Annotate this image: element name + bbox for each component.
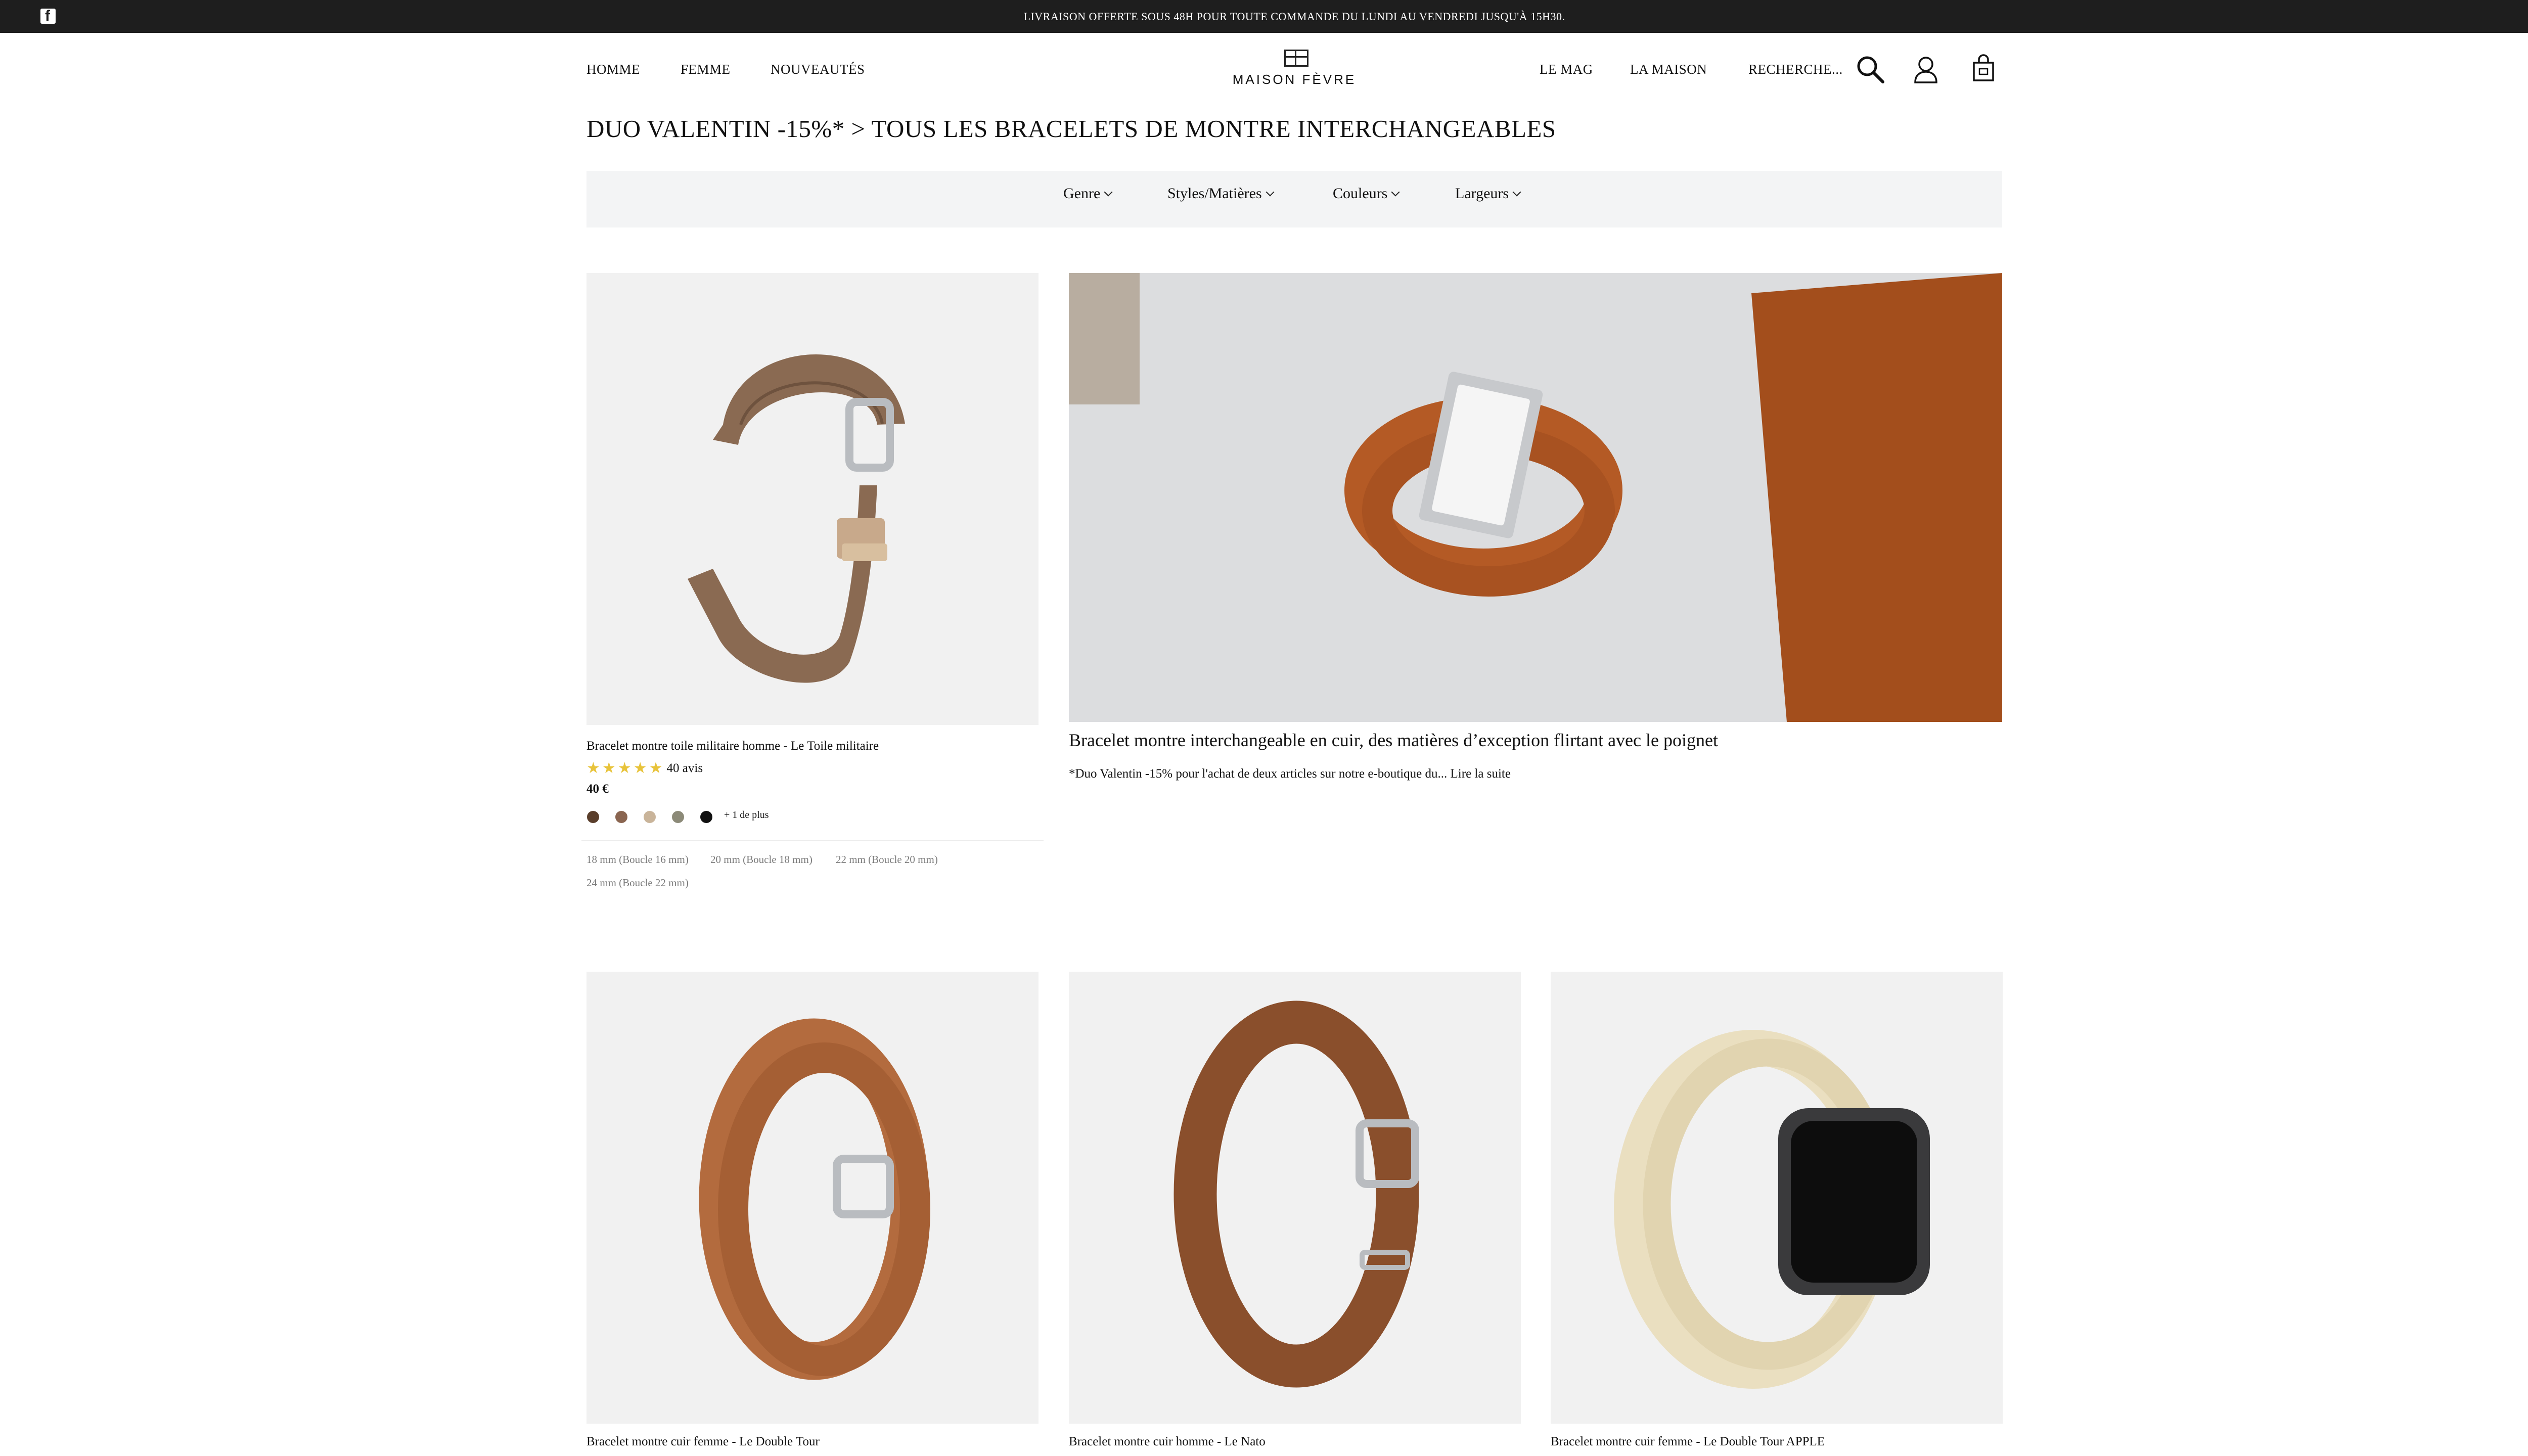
size-option[interactable]: 22 mm (Boucle 20 mm) xyxy=(836,853,938,866)
filter-bar xyxy=(586,171,2002,228)
product-image-double-tour-apple[interactable] xyxy=(1551,972,2003,1424)
search-input[interactable]: RECHERCHE... xyxy=(1748,62,1843,77)
star-icon: ★ xyxy=(617,759,631,777)
search-icon[interactable] xyxy=(1856,55,1885,84)
chevron-down-icon xyxy=(1266,188,1275,197)
watch-strap-image xyxy=(1173,1000,1419,1388)
product-name[interactable]: Bracelet montre cuir femme - Le Double T… xyxy=(586,1435,820,1449)
page-title: DUO VALENTIN -15%* > TOUS LES BRACELETS … xyxy=(586,115,1556,143)
chevron-down-icon xyxy=(1104,188,1113,197)
size-option[interactable]: 18 mm (Boucle 16 mm) xyxy=(586,853,689,866)
divider xyxy=(581,840,1044,841)
filter-genre[interactable]: Genre xyxy=(1063,185,1113,202)
banner-title: Bracelet montre interchangeable en cuir,… xyxy=(1069,730,1718,750)
star-icon: ★ xyxy=(649,759,663,777)
product-name[interactable]: Bracelet montre toile militaire homme - … xyxy=(586,739,879,753)
color-swatch[interactable] xyxy=(615,811,627,823)
color-swatch[interactable] xyxy=(587,811,599,823)
banner-photo-watch xyxy=(1069,273,2002,722)
product-image-double-tour[interactable] xyxy=(586,972,1039,1424)
color-swatch[interactable] xyxy=(700,811,712,823)
filter-label: Styles/Matières xyxy=(1167,185,1262,202)
read-more-link[interactable]: Lire la suite xyxy=(1451,767,1511,781)
star-icon: ★ xyxy=(633,759,647,777)
product-price: 40 € xyxy=(586,782,609,796)
product-name[interactable]: Bracelet montre cuir femme - Le Double T… xyxy=(1551,1435,1825,1449)
banner-description: *Duo Valentin -15% pour l'achat de deux … xyxy=(1069,767,1511,781)
filter-label: Largeurs xyxy=(1455,185,1509,202)
filter-styles-matieres[interactable]: Styles/Matières xyxy=(1167,185,1275,202)
color-swatch[interactable] xyxy=(672,811,684,823)
nav-le-mag[interactable]: LE MAG xyxy=(1540,62,1593,77)
banner-description-text: *Duo Valentin -15% pour l'achat de deux … xyxy=(1069,767,1448,781)
review-count[interactable]: 40 avis xyxy=(667,761,703,776)
rating-stars: ★ ★ ★ ★ ★ 40 avis xyxy=(586,761,703,776)
nav-la-maison[interactable]: LA MAISON xyxy=(1630,62,1707,77)
size-option[interactable]: 20 mm (Boucle 18 mm) xyxy=(710,853,812,866)
user-icon[interactable] xyxy=(1913,56,1938,84)
nav-femme[interactable]: FEMME xyxy=(681,62,731,77)
watch-strap-image xyxy=(699,1018,930,1380)
filter-largeurs[interactable]: Largeurs xyxy=(1455,185,1521,202)
watch-strap-image xyxy=(688,354,905,683)
product-image-nato[interactable] xyxy=(1069,972,1521,1424)
color-swatch[interactable] xyxy=(644,811,656,823)
chevron-down-icon xyxy=(1512,188,1521,197)
more-colors-link[interactable]: + 1 de plus xyxy=(724,809,769,821)
filter-label: Genre xyxy=(1063,185,1101,202)
shopping-bag-icon[interactable] xyxy=(1972,54,1995,82)
logo-mark-icon[interactable] xyxy=(1284,50,1308,67)
announcement-text: LIVRAISON OFFERTE SOUS 48H POUR TOUTE CO… xyxy=(1023,10,1565,23)
product-name[interactable]: Bracelet montre cuir homme - Le Nato xyxy=(1069,1435,1266,1449)
banner-image[interactable] xyxy=(1069,273,2002,722)
nav-homme[interactable]: HOMME xyxy=(586,62,640,77)
chevron-down-icon xyxy=(1391,188,1400,197)
size-option[interactable]: 24 mm (Boucle 22 mm) xyxy=(586,877,689,889)
star-icon: ★ xyxy=(586,759,600,777)
star-icon: ★ xyxy=(602,759,616,777)
watch-strap-image xyxy=(1614,1030,1930,1389)
logo-text[interactable]: MAISON FÈVRE xyxy=(1208,72,1380,87)
filter-couleurs[interactable]: Couleurs xyxy=(1333,185,1400,202)
filter-label: Couleurs xyxy=(1333,185,1388,202)
product-image-toile-militaire[interactable] xyxy=(586,273,1039,725)
nav-nouveautes[interactable]: NOUVEAUTÉS xyxy=(771,62,865,77)
